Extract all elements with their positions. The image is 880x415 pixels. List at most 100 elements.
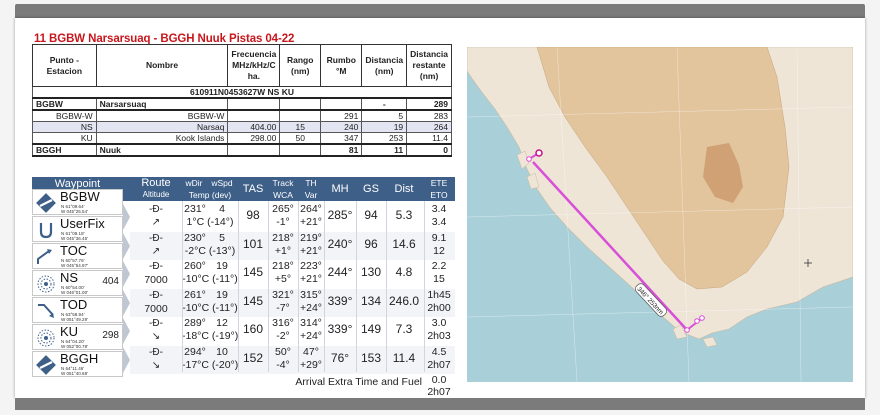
route-table: Punto - Estacion Nombre Frecuencia MHz/k… bbox=[32, 44, 452, 157]
waypoint-name: NS bbox=[60, 270, 79, 285]
tod-icon bbox=[36, 301, 56, 321]
header-wspd: wSpd bbox=[211, 178, 233, 188]
waypoint-name: KU bbox=[60, 324, 79, 339]
header-altitude: Altitude bbox=[142, 190, 170, 199]
leg-gs: 149 bbox=[360, 322, 382, 336]
cell-dist: 19 bbox=[361, 121, 408, 133]
cell-id: BGGH bbox=[32, 143, 97, 157]
header-wca: WCA bbox=[273, 190, 293, 200]
leg-temp: -18°C (-19°) bbox=[182, 330, 239, 342]
leg-th: 219° bbox=[300, 231, 322, 244]
userfix-marker[interactable] bbox=[699, 315, 705, 321]
header-ete: ETE bbox=[430, 178, 448, 188]
leg-wspd: 5 bbox=[219, 231, 225, 244]
leg-var: +21° bbox=[299, 216, 322, 228]
cell-name: Narsarsuaq bbox=[95, 97, 229, 111]
leg-dist: 246.0 bbox=[388, 293, 420, 308]
cell-course: 347 bbox=[320, 132, 363, 145]
leg-eto: 15 bbox=[433, 273, 445, 285]
waypoint-tod[interactable]: TOD N 63°58.94' W 051°49.29' bbox=[32, 297, 123, 323]
waypoint-toc[interactable]: TOC N 60°57.76' W 045°54.97' bbox=[32, 243, 123, 269]
cell-remaining: 264 bbox=[406, 121, 452, 133]
header-th: TH bbox=[305, 178, 317, 188]
route-string: 610911N0453627W NS KU bbox=[32, 86, 452, 99]
waypoint-userfix[interactable]: UserFix N 61°09.18' W 045°36.45' bbox=[32, 216, 123, 242]
climb-icon: ↗ bbox=[151, 245, 161, 257]
leg-var: +21° bbox=[299, 244, 322, 257]
ndb-icon bbox=[36, 274, 56, 294]
leg-arrow bbox=[123, 204, 130, 230]
leg-gs: 96 bbox=[364, 236, 378, 251]
leg-track: 218° bbox=[272, 260, 294, 272]
header-cell: Frecuencia MHz/kHz/C ha. bbox=[227, 44, 281, 87]
leg-ete: 9.1 bbox=[431, 231, 447, 244]
waypoint-ku[interactable]: KU N 64°04.20' W 052°00.78' 298 bbox=[32, 324, 123, 350]
leg-tas: 101 bbox=[242, 236, 264, 251]
column-separator bbox=[238, 201, 239, 372]
cell-remaining: 289 bbox=[406, 97, 452, 111]
header-wdir: wDir bbox=[185, 178, 203, 188]
waypoint-lon: W 051°40.68' bbox=[61, 371, 88, 376]
header-route: Route bbox=[141, 177, 171, 189]
descent-icon: ↘ bbox=[151, 331, 161, 342]
arrival-extra-label: Arrival Extra Time and Fuel bbox=[295, 376, 422, 388]
airport-icon bbox=[36, 355, 56, 375]
leg-var: +21° bbox=[299, 273, 322, 285]
leg-track: 316° bbox=[272, 317, 294, 329]
waypoint-lon: W 045°36.45' bbox=[61, 236, 88, 241]
cell-id: BGBW-W bbox=[32, 109, 97, 122]
leg-temp: -10°C (-11°) bbox=[182, 273, 238, 285]
cell-name: Kook Islands bbox=[95, 132, 229, 145]
cell-name: Narsaq bbox=[95, 121, 229, 133]
leg-altitude: 7000 bbox=[144, 274, 168, 286]
column-separator bbox=[424, 201, 425, 372]
leg-temp: -2°C (-13°) bbox=[184, 244, 236, 257]
column-separator bbox=[298, 201, 299, 372]
waypoint-frequency: 298 bbox=[102, 330, 119, 341]
waypoint-bgbw[interactable]: BGBW N 61°09.64' W 045°25.54' bbox=[32, 189, 123, 215]
header-eto: ETO bbox=[430, 190, 448, 200]
ns-waypoint-marker[interactable] bbox=[684, 327, 690, 333]
waypoint-bggh[interactable]: BGGH N 64°11.46' W 051°40.68' bbox=[32, 351, 123, 377]
leg-eto: 12 bbox=[433, 244, 445, 257]
leg-th: 315° bbox=[300, 288, 322, 301]
leg-wspd: 12 bbox=[216, 317, 228, 329]
route-map[interactable]: 346° 253nm bbox=[467, 47, 853, 382]
leg-arrow bbox=[123, 232, 130, 259]
leg-th: 223° bbox=[300, 260, 322, 272]
leg-dist: 11.4 bbox=[392, 350, 416, 365]
leg-wca: -7° bbox=[276, 301, 290, 314]
bggh-airport-marker[interactable] bbox=[535, 149, 543, 157]
waypoint-lon: W 045°25.54' bbox=[61, 209, 88, 214]
leg-wspd: 10 bbox=[216, 345, 228, 358]
header-temp: Temp (dev) bbox=[188, 190, 232, 200]
leg-dist: 7.3 bbox=[395, 322, 413, 336]
waypoint-lon: W 045°54.97' bbox=[61, 263, 88, 268]
ku-waypoint-marker[interactable] bbox=[526, 156, 532, 162]
leg-gs: 134 bbox=[360, 293, 382, 308]
leg-ete: 1h45 bbox=[427, 288, 451, 301]
bgbw-airport-marker[interactable] bbox=[694, 318, 700, 324]
route-string-row: 610911N0453627W NS KU bbox=[32, 86, 452, 99]
header-cell: Rumbo °M bbox=[320, 44, 363, 87]
leg-wca: -4° bbox=[276, 358, 290, 371]
route-symbol-icon: -Ð- bbox=[149, 261, 163, 272]
header-cell: Distancia restante (nm) bbox=[406, 44, 452, 87]
cell-name: BGBW-W bbox=[95, 109, 229, 122]
cell-course: 240 bbox=[320, 121, 363, 133]
header-cell: Nombre bbox=[95, 44, 229, 87]
cell-freq bbox=[227, 109, 281, 122]
leg-gs: 94 bbox=[364, 208, 378, 222]
cell-course: 81 bbox=[320, 143, 363, 157]
waypoint-name: BGGH bbox=[60, 351, 99, 366]
header-var: Var bbox=[304, 190, 318, 200]
column-separator bbox=[182, 201, 183, 372]
ndb-icon bbox=[36, 328, 56, 348]
footer-ete: 0.0 bbox=[431, 374, 447, 386]
waypoint-ns[interactable]: NS N 60°54.00' W 046°01.00' 404 bbox=[32, 270, 123, 296]
header-cell: Distancia (nm) bbox=[361, 44, 408, 87]
cell-id: KU bbox=[32, 132, 97, 145]
table-row-arrival: BGGH Nuuk 81 11 0 bbox=[32, 143, 452, 157]
leg-arrow bbox=[123, 289, 130, 316]
waypoint-lon: W 052°00.78' bbox=[61, 344, 88, 349]
